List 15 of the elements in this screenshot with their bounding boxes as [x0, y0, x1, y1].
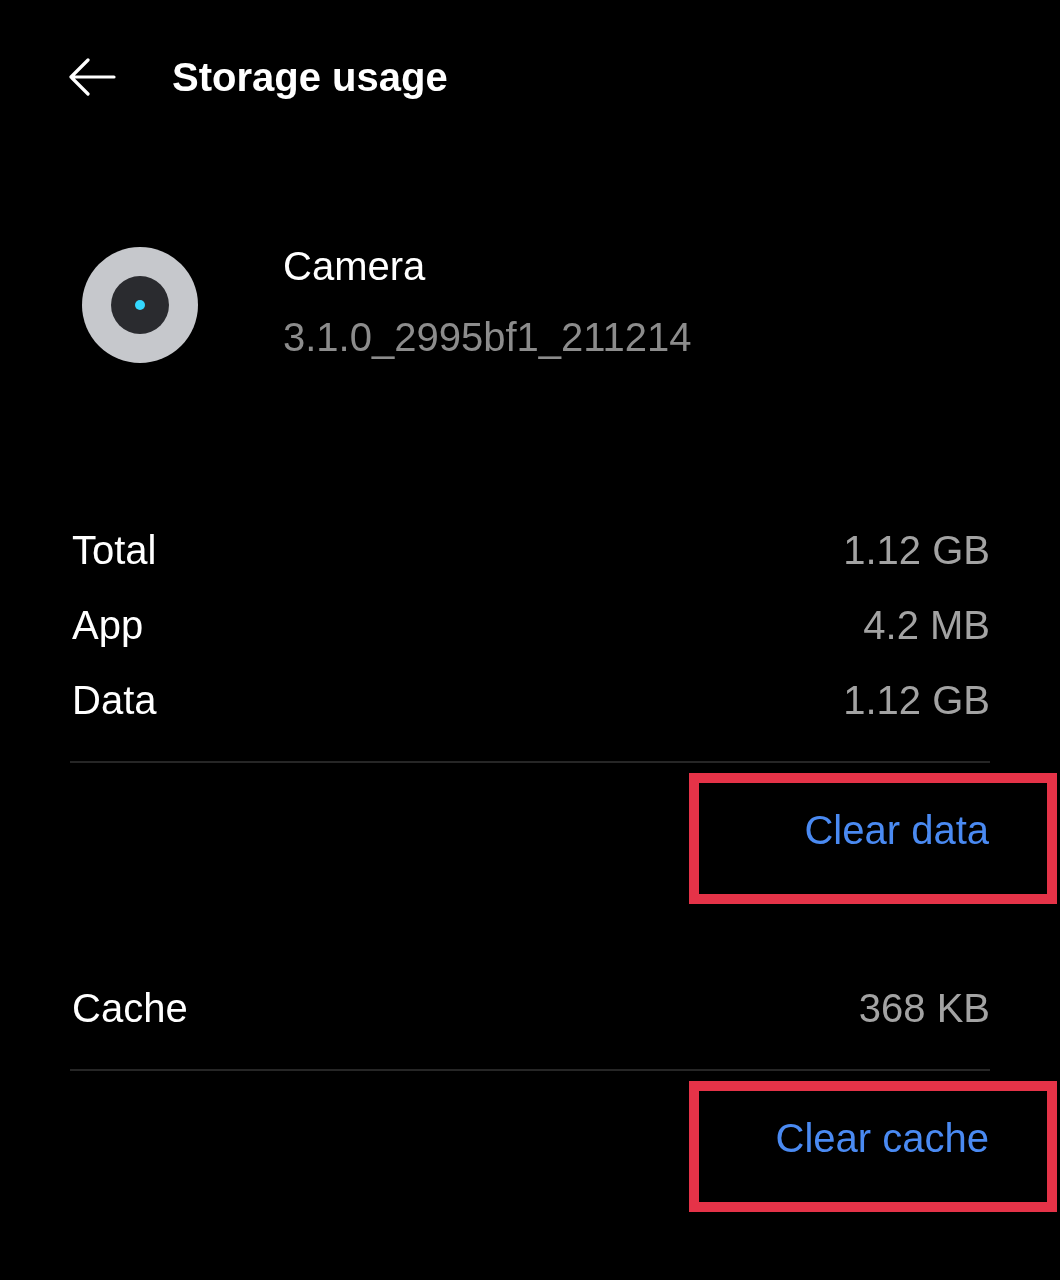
app-name: Camera — [283, 244, 427, 288]
storage-value: 4.2 MB — [863, 601, 990, 649]
storage-label: Total — [72, 526, 157, 574]
app-version: 3.1.0_2995bf1_211214 — [283, 315, 692, 359]
page-title: Storage usage — [172, 54, 448, 101]
lens-icon — [82, 247, 198, 363]
clear-button[interactable]: Clear data — [804, 806, 989, 854]
storage-value: 1.12 GB — [843, 676, 990, 724]
clear-button[interactable]: Clear cache — [775, 1114, 989, 1162]
storage-label: App — [72, 601, 144, 649]
storage-value: 368 KB — [858, 984, 990, 1032]
storage-value: 1.12 GB — [843, 526, 990, 574]
back-arrow-icon — [68, 58, 116, 96]
storage-label: Cache — [72, 984, 188, 1032]
storage-label: Data — [72, 676, 157, 724]
